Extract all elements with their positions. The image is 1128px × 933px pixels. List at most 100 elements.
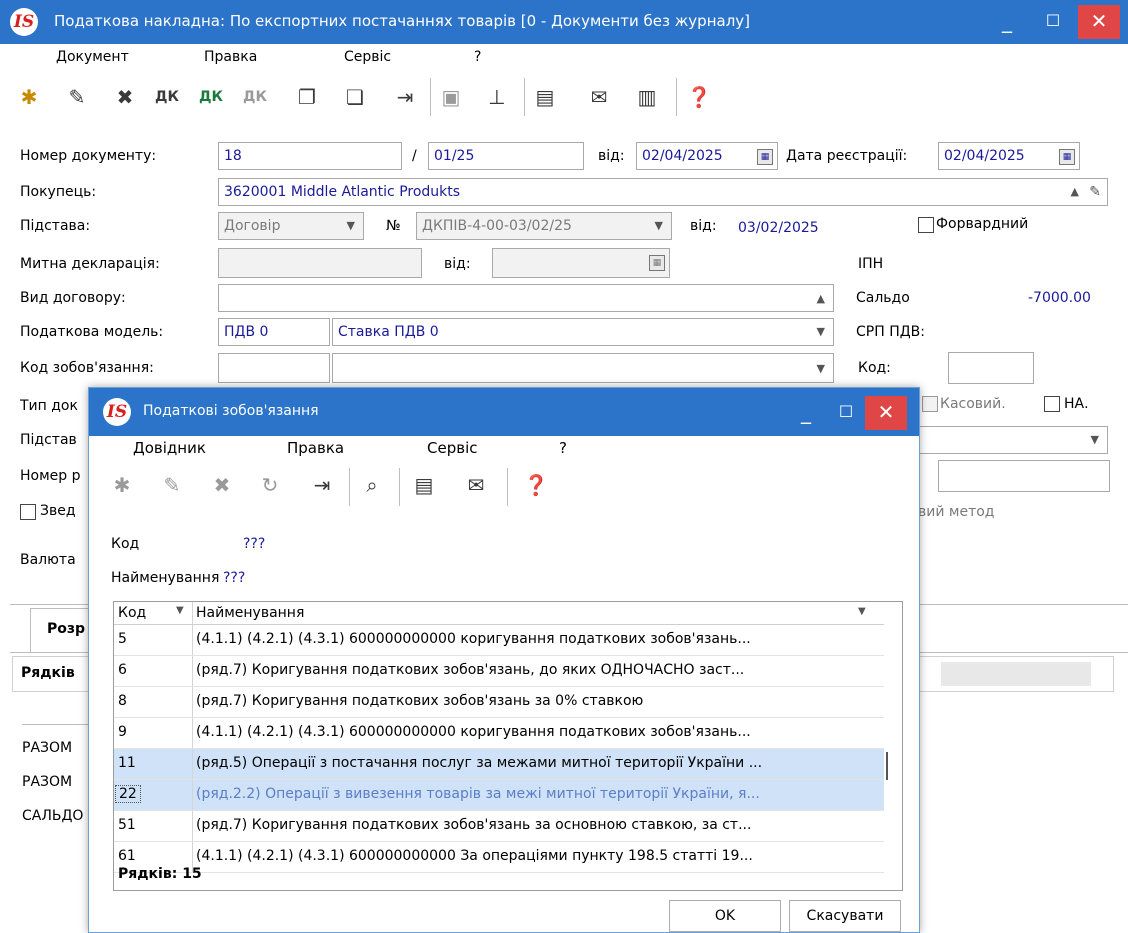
cash-checkbox[interactable] bbox=[922, 396, 938, 412]
form-icon[interactable]: ▤ bbox=[530, 82, 560, 112]
minimize-button[interactable]: _ bbox=[986, 5, 1028, 39]
help-icon[interactable]: ❓ bbox=[521, 470, 551, 500]
search-icon[interactable]: ⌕ bbox=[357, 470, 387, 500]
dialog-menu-directory[interactable]: Довідник bbox=[133, 439, 206, 457]
customs-date-label: від: bbox=[444, 256, 471, 272]
add-icon[interactable]: ✱ bbox=[107, 470, 137, 500]
dialog-menu-service[interactable]: Сервіс bbox=[427, 439, 477, 457]
table-row[interactable]: 9 (4.1.1) (4.2.1) (4.3.1) 600000000000 ко… bbox=[114, 718, 884, 749]
binders-icon[interactable]: ▥ bbox=[632, 82, 662, 112]
menu-document[interactable]: Документ bbox=[56, 49, 129, 65]
dialog-minimize-button[interactable]: _ bbox=[785, 396, 827, 430]
number-input[interactable] bbox=[938, 460, 1110, 492]
add-doc-icon[interactable]: ✱ bbox=[14, 82, 44, 112]
customs-date-input[interactable]: ▦ bbox=[492, 248, 670, 278]
date-from-input[interactable]: 02/04/2025 ▦ bbox=[636, 142, 778, 170]
pencil-icon[interactable]: ✎ bbox=[1089, 179, 1101, 205]
basis2-select[interactable]: ▼ bbox=[916, 426, 1108, 454]
doc-number-input[interactable]: 18 bbox=[218, 142, 402, 170]
exit-icon[interactable]: ⇥ bbox=[307, 470, 337, 500]
table-row-selected[interactable]: 22 (ряд.2.2) Операції з вивезення товарів… bbox=[114, 780, 884, 811]
col-code-header[interactable]: Код bbox=[118, 605, 146, 621]
caret-up-icon[interactable]: ▲ bbox=[1071, 179, 1079, 205]
chevron-down-icon[interactable]: ▼ bbox=[817, 319, 825, 345]
rows-label: Рядків bbox=[21, 665, 75, 681]
table-row[interactable]: 5 (4.1.1) (4.2.1) (4.3.1) 600000000000 ко… bbox=[114, 625, 884, 656]
code-input[interactable] bbox=[948, 352, 1034, 384]
cancel-button[interactable]: Скасувати bbox=[789, 900, 901, 932]
menu-edit[interactable]: Правка bbox=[204, 49, 257, 65]
app-logo-icon: IS bbox=[10, 8, 38, 36]
mail-icon[interactable]: ✉ bbox=[461, 470, 491, 500]
help-icon[interactable]: ❓ bbox=[684, 82, 714, 112]
buyer-input[interactable]: 3620001 Middle Atlantic Produkts ▲ ✎ bbox=[218, 178, 1108, 206]
chevron-down-icon[interactable]: ▼ bbox=[858, 606, 866, 617]
doc-copy-icon[interactable]: ❐ bbox=[292, 82, 322, 112]
dk-up-icon[interactable]: ДК bbox=[196, 82, 226, 112]
na-checkbox[interactable] bbox=[1044, 396, 1060, 412]
customs-input[interactable] bbox=[218, 248, 422, 278]
slash-label: / bbox=[412, 148, 417, 164]
chevron-down-icon[interactable]: ▼ bbox=[347, 213, 355, 239]
menu-help[interactable]: ? bbox=[474, 49, 481, 65]
dk-gray-icon[interactable]: ДК bbox=[240, 82, 270, 112]
obligation-code-input[interactable] bbox=[218, 353, 330, 383]
maximize-button[interactable]: ☐ bbox=[1032, 5, 1074, 39]
table-row[interactable]: 61 (4.1.1) (4.2.1) (4.3.1) 600000000000 З… bbox=[114, 842, 884, 873]
calendar-icon[interactable]: ▦ bbox=[649, 255, 665, 271]
exit-icon[interactable]: ⇥ bbox=[390, 82, 420, 112]
calendar-icon[interactable]: ▦ bbox=[1059, 149, 1075, 165]
reg-date-label: Дата реєстрації: bbox=[786, 148, 908, 164]
table-row[interactable]: 8 (ряд.7) Коригування податкових зобов'яз… bbox=[114, 687, 884, 718]
doc-suffix-input[interactable]: 01/25 bbox=[428, 142, 584, 170]
form-icon[interactable]: ▤ bbox=[409, 470, 439, 500]
table-row[interactable]: 6 (ряд.7) Коригування податкових зобов'яз… bbox=[114, 656, 884, 687]
refresh-icon[interactable]: ↻ bbox=[255, 470, 285, 500]
code-label: Код: bbox=[858, 360, 891, 376]
basis2-label: Підстав bbox=[20, 432, 77, 448]
tax-model-code-input[interactable]: ПДВ 0 bbox=[218, 318, 330, 346]
calendar-icon[interactable]: ▦ bbox=[757, 149, 773, 165]
forward-checkbox[interactable] bbox=[918, 217, 934, 233]
contract-select[interactable]: ДКПІВ-4-00-03/02/25 ▼ bbox=[416, 212, 672, 240]
edit-doc-icon[interactable]: ✎ bbox=[62, 82, 92, 112]
chevron-down-icon[interactable]: ▼ bbox=[817, 356, 825, 382]
doc-icon[interactable]: ❏ bbox=[340, 82, 370, 112]
delete-icon[interactable]: ✖ bbox=[207, 470, 237, 500]
filter-code-label: Код bbox=[111, 536, 140, 552]
dk-icon[interactable]: ДК bbox=[152, 82, 182, 112]
filter-name-label: Найменування bbox=[111, 570, 220, 586]
dialog-menu-help[interactable]: ? bbox=[559, 439, 567, 457]
delete-doc-icon[interactable]: ✖ bbox=[110, 82, 140, 112]
table-row[interactable]: 51 (ряд.7) Коригування податкових зобов'я… bbox=[114, 811, 884, 842]
window-title: Податкова накладна: По експортних постач… bbox=[54, 12, 751, 30]
obligation-select[interactable]: ▼ bbox=[332, 353, 834, 383]
hierarchy-icon[interactable]: ⊥ bbox=[482, 82, 512, 112]
dialog-titlebar: IS Податкові зобов'язання _ ☐ ✕ bbox=[89, 388, 919, 436]
dialog-close-button[interactable]: ✕ bbox=[865, 396, 907, 430]
table-scrollbar[interactable] bbox=[886, 752, 888, 780]
basis-select[interactable]: Договір ▼ bbox=[218, 212, 364, 240]
edit-icon[interactable]: ✎ bbox=[157, 470, 187, 500]
save-icon[interactable]: ▣ bbox=[436, 82, 466, 112]
chevron-down-icon[interactable]: ▼ bbox=[655, 213, 663, 239]
saldo-value: -7000.00 bbox=[1028, 290, 1091, 306]
tax-model-select[interactable]: Ставка ПДВ 0 ▼ bbox=[332, 318, 834, 346]
chevron-down-icon[interactable]: ▼ bbox=[1091, 427, 1099, 453]
table-row[interactable]: 11 (ряд.5) Операції з постачання послуг з… bbox=[114, 749, 884, 780]
col-name-header[interactable]: Найменування bbox=[196, 605, 304, 621]
dialog-maximize-button[interactable]: ☐ bbox=[825, 396, 867, 430]
contract-type-select[interactable]: ▲ bbox=[218, 284, 834, 312]
ok-button[interactable]: OK bbox=[669, 900, 781, 932]
main-toolbar: ✱ ✎ ✖ ДК ДК ДК ❐ ❏ ⇥ ▣ ⊥ ▤ ✉ ▥ ❓ bbox=[0, 70, 1128, 124]
close-button[interactable]: ✕ bbox=[1078, 5, 1120, 39]
reg-date-input[interactable]: 02/04/2025 ▦ bbox=[938, 142, 1080, 170]
cash-label: Касовий. bbox=[940, 396, 1006, 412]
sort-icon[interactable]: ▼ bbox=[176, 605, 184, 616]
consolidated-checkbox[interactable] bbox=[20, 504, 36, 520]
mail-icon[interactable]: ✉ bbox=[584, 82, 614, 112]
rows-scroll[interactable] bbox=[941, 662, 1091, 686]
caret-up-icon[interactable]: ▲ bbox=[817, 286, 825, 311]
dialog-menu-edit[interactable]: Правка bbox=[287, 439, 344, 457]
menu-service[interactable]: Сервіс bbox=[344, 49, 391, 65]
